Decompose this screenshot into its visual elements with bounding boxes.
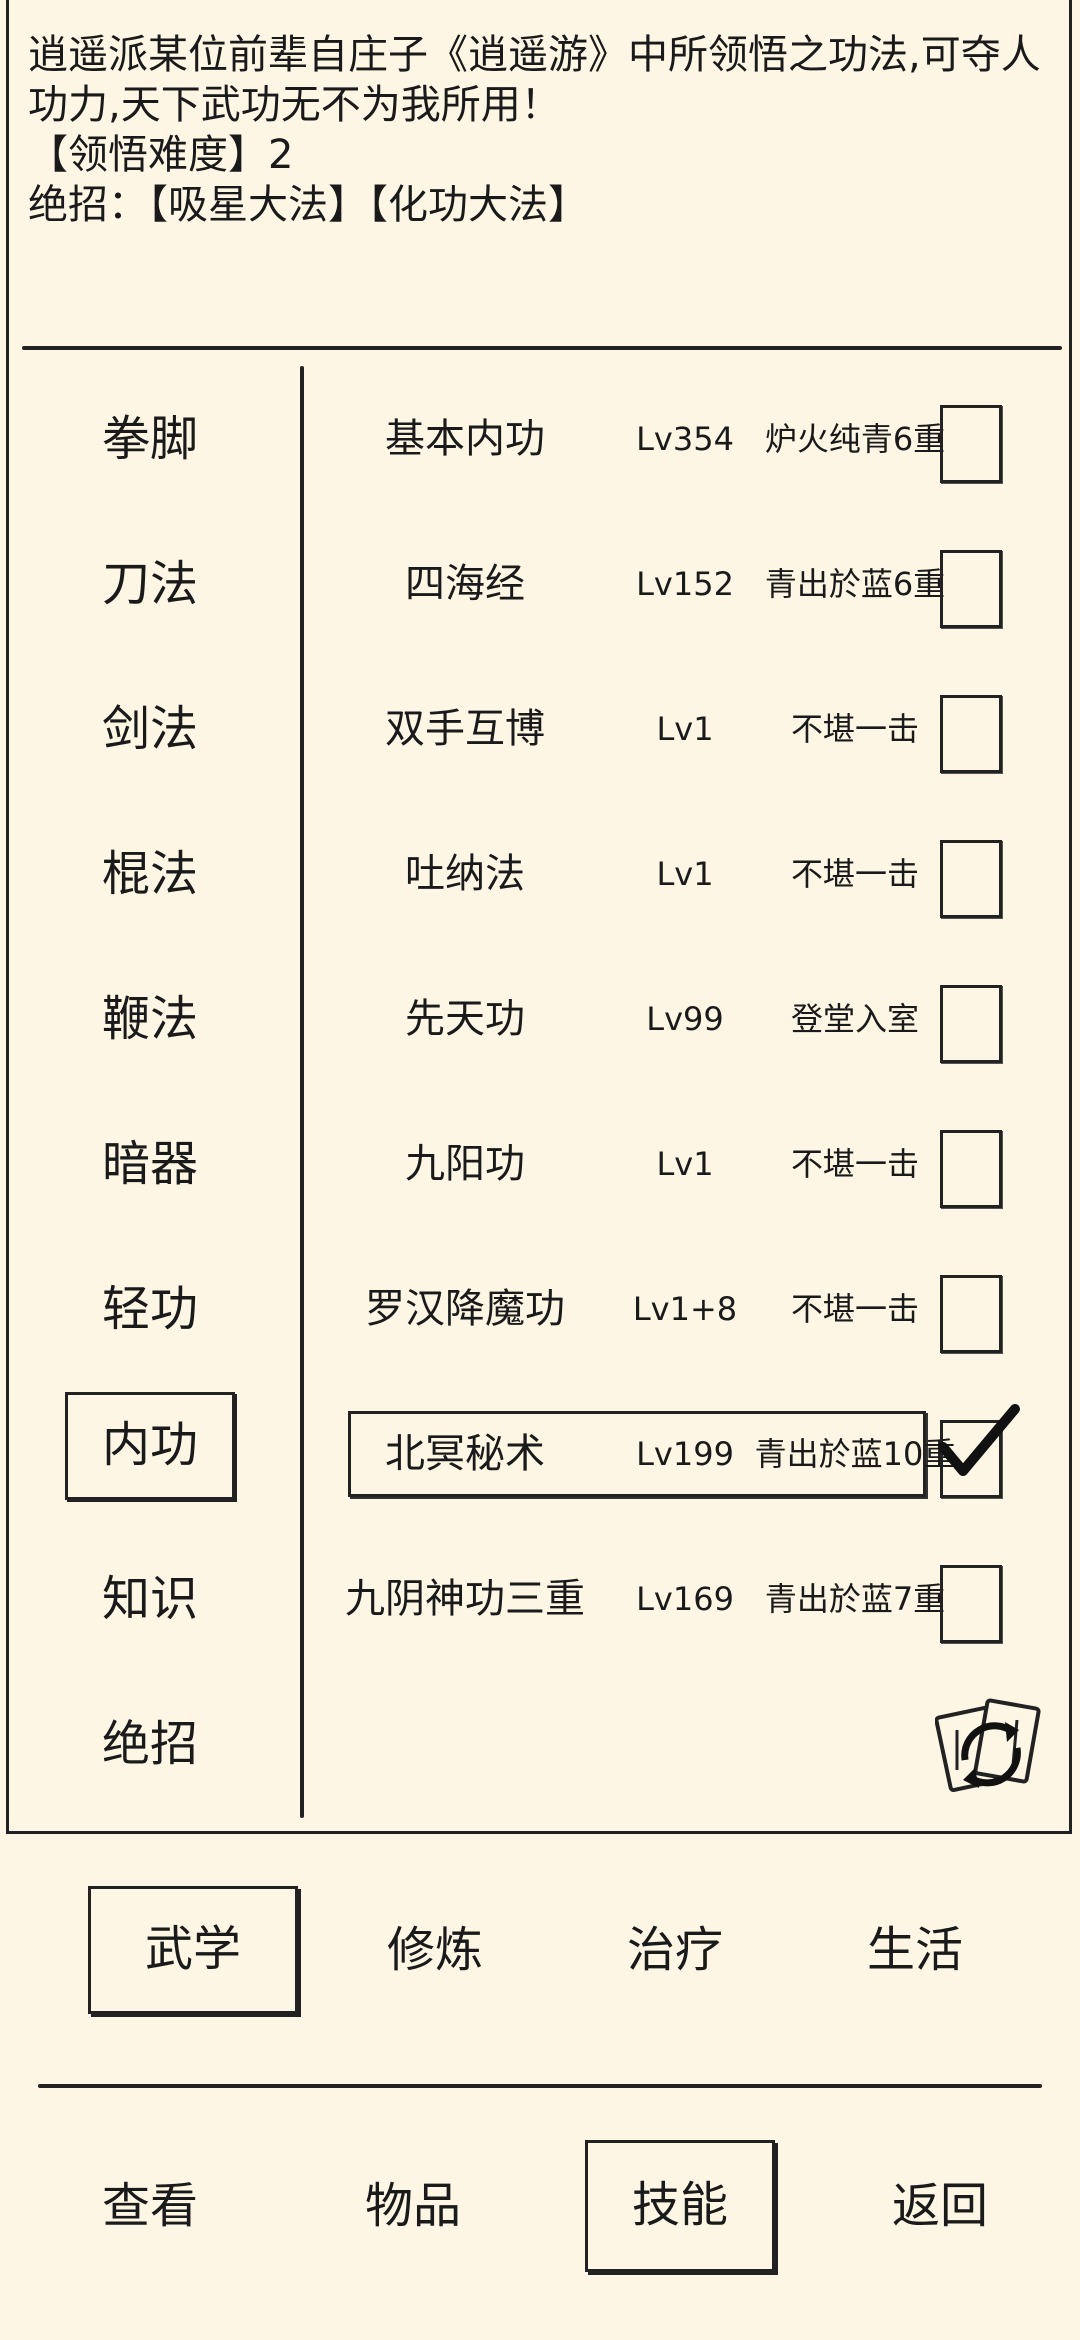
skill-row[interactable]: 基本内功 Lv354 炉火纯青6重 [300, 385, 1060, 493]
category-anqi[interactable]: 暗器 [65, 1110, 235, 1218]
ultimate-text: 绝招：【吸星大法】【化功大法】 [28, 182, 588, 228]
skill-checkbox[interactable] [940, 985, 1002, 1063]
skill-checkbox[interactable] [940, 695, 1002, 773]
skill-row[interactable]: 罗汉降魔功 Lv1+8 不堪一击 [300, 1255, 1060, 1363]
category-gunfa[interactable]: 棍法 [65, 820, 235, 928]
nav-wupin[interactable]: 物品 [318, 2140, 508, 2272]
difficulty-text: 【领悟难度】2 [28, 132, 294, 178]
skill-row[interactable]: 双手互博 Lv1 不堪一击 [300, 675, 1060, 783]
nav-chakan[interactable]: 查看 [55, 2140, 245, 2272]
description-divider [22, 346, 1062, 350]
skill-row[interactable]: 四海经 Lv152 青出於蓝6重 [300, 530, 1060, 638]
skill-row[interactable]: 九阳功 Lv1 不堪一击 [300, 1110, 1060, 1218]
skill-name: 罗汉降魔功 [365, 1286, 565, 1332]
checkmark-icon [938, 1404, 1020, 1476]
tab-wuxue[interactable]: 武学 [88, 1886, 298, 2014]
skill-name: 先天功 [405, 996, 525, 1042]
tab-zhiliao[interactable]: 治疗 [570, 1886, 780, 2014]
skill-row[interactable]: 吐纳法 Lv1 不堪一击 [300, 820, 1060, 928]
tab-xiulian[interactable]: 修炼 [330, 1886, 540, 2014]
skill-name: 基本内功 [385, 416, 545, 462]
skill-name: 双手互博 [385, 706, 545, 752]
skill-checkbox[interactable] [940, 1275, 1002, 1353]
skill-name: 九阳功 [405, 1141, 525, 1187]
tab-shenghuo[interactable]: 生活 [810, 1886, 1020, 2014]
description-text: 逍遥派某位前辈自庄子《逍遥游》中所领悟之功法,可夺人功力,天下武功无不为我所用！ [28, 32, 1041, 128]
skill-row[interactable]: 九阴神功三重 Lv169 青出於蓝7重 [300, 1545, 1060, 1653]
category-qinggong[interactable]: 轻功 [65, 1255, 235, 1363]
skill-checkbox-checked[interactable] [938, 1404, 1020, 1498]
skill-description: 逍遥派某位前辈自庄子《逍遥游》中所领悟之功法,可夺人功力,天下武功无不为我所用！… [28, 30, 1058, 230]
category-daofa[interactable]: 刀法 [65, 530, 235, 638]
category-zhishi[interactable]: 知识 [65, 1545, 235, 1653]
category-neigong[interactable]: 内功 [65, 1392, 235, 1500]
nav-fanhui[interactable]: 返回 [845, 2140, 1035, 2272]
skill-name: 吐纳法 [405, 851, 525, 897]
skill-checkbox[interactable] [940, 840, 1002, 918]
nav-jineng[interactable]: 技能 [585, 2140, 775, 2272]
nav-divider [38, 2084, 1042, 2088]
skill-name: 九阴神功三重 [345, 1576, 585, 1622]
skill-checkbox[interactable] [940, 550, 1002, 628]
category-bianfa[interactable]: 鞭法 [65, 965, 235, 1073]
skill-row[interactable]: 先天功 Lv99 登堂入室 [300, 965, 1060, 1073]
category-juezhao[interactable]: 绝招 [65, 1690, 235, 1798]
skill-name: 北冥秘术 [385, 1431, 545, 1477]
skill-checkbox[interactable] [940, 1565, 1002, 1643]
skill-row-selected[interactable]: 北冥秘术 Lv199 青出於蓝10重 [300, 1400, 1060, 1508]
category-quanjiao[interactable]: 拳脚 [65, 385, 235, 493]
skill-checkbox[interactable] [940, 1130, 1002, 1208]
category-jianfa[interactable]: 剑法 [65, 675, 235, 783]
skill-checkbox[interactable] [940, 405, 1002, 483]
skill-name: 四海经 [405, 561, 525, 607]
refresh-cards-icon[interactable] [934, 1690, 1045, 1809]
